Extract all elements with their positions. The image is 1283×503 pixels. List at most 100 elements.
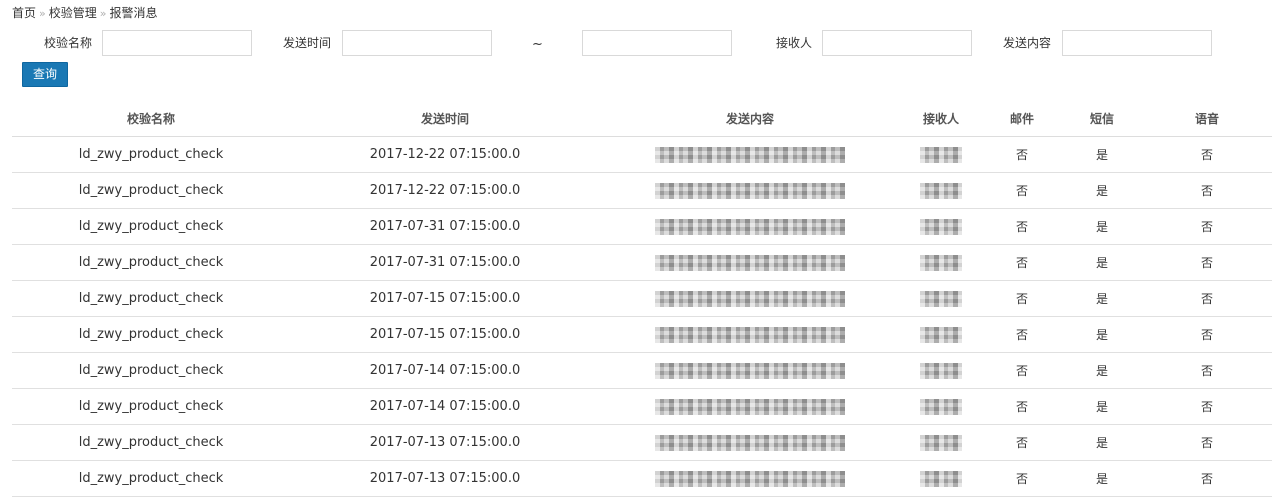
redacted-content (655, 326, 845, 343)
cell-voice: 否 (1142, 352, 1272, 389)
cell-content (600, 316, 900, 353)
redacted-content (655, 434, 845, 451)
redacted-receiver (920, 182, 962, 199)
breadcrumb-separator: » (99, 7, 107, 20)
cell-check-name: ld_zwy_product_check (12, 280, 290, 317)
content-input[interactable] (1062, 30, 1212, 56)
cell-receiver (900, 280, 982, 317)
check-name-input[interactable] (102, 30, 252, 56)
query-button[interactable]: 查询 (22, 62, 68, 87)
column-header-email: 邮件 (982, 101, 1062, 137)
send-time-label: 发送时间 (283, 36, 332, 50)
redacted-receiver (920, 470, 962, 487)
cell-email: 否 (982, 424, 1062, 461)
check-name-label: 校验名称 (44, 36, 93, 50)
cell-content (600, 172, 900, 209)
redacted-content (655, 290, 845, 307)
cell-voice: 否 (1142, 316, 1272, 353)
cell-check-name: ld_zwy_product_check (12, 352, 290, 389)
table-row: ld_zwy_product_check 2017-07-14 07:15:00… (12, 352, 1272, 389)
column-header-voice: 语音 (1142, 101, 1272, 137)
cell-check-name: ld_zwy_product_check (12, 208, 290, 245)
cell-send-time: 2017-07-13 07:15:00.0 (290, 424, 600, 461)
cell-sms: 是 (1062, 208, 1142, 245)
cell-voice: 否 (1142, 424, 1272, 461)
cell-sms: 是 (1062, 172, 1142, 209)
cell-check-name: ld_zwy_product_check (12, 316, 290, 353)
cell-sms: 是 (1062, 316, 1142, 353)
cell-sms: 是 (1062, 424, 1142, 461)
table-header-row: 校验名称 发送时间 发送内容 接收人 邮件 短信 语音 (12, 101, 1272, 137)
redacted-content (655, 182, 845, 199)
receiver-label: 接收人 (776, 36, 813, 50)
breadcrumb-section-link[interactable]: 校验管理 (49, 6, 97, 20)
cell-receiver (900, 208, 982, 245)
cell-sms: 是 (1062, 352, 1142, 389)
column-header-content: 发送内容 (600, 101, 900, 137)
cell-check-name: ld_zwy_product_check (12, 136, 290, 173)
cell-voice: 否 (1142, 244, 1272, 281)
table-row: ld_zwy_product_check 2017-12-22 07:15:00… (12, 136, 1272, 173)
breadcrumb-home-link[interactable]: 首页 (12, 6, 36, 20)
range-separator: ~ (532, 37, 543, 52)
send-time-from-input[interactable] (342, 30, 492, 56)
cell-check-name: ld_zwy_product_check (12, 244, 290, 281)
redacted-receiver (920, 362, 962, 379)
cell-content (600, 388, 900, 425)
cell-email: 否 (982, 280, 1062, 317)
search-form: 校验名称 发送时间 ~ 接收人 发送内容 (0, 30, 1283, 56)
redacted-receiver (920, 290, 962, 307)
table-row: ld_zwy_product_check 2017-07-14 07:15:00… (12, 388, 1272, 425)
cell-sms: 是 (1062, 460, 1142, 497)
table-row: ld_zwy_product_check 2017-12-22 07:15:00… (12, 172, 1272, 209)
cell-send-time: 2017-07-31 07:15:00.0 (290, 208, 600, 245)
cell-send-time: 2017-07-15 07:15:00.0 (290, 280, 600, 317)
cell-content (600, 208, 900, 245)
cell-content (600, 424, 900, 461)
cell-receiver (900, 172, 982, 209)
cell-send-time: 2017-07-13 07:15:00.0 (290, 460, 600, 497)
cell-check-name: ld_zwy_product_check (12, 460, 290, 497)
cell-content (600, 460, 900, 497)
cell-send-time: 2017-12-22 07:15:00.0 (290, 136, 600, 173)
cell-sms: 是 (1062, 280, 1142, 317)
cell-check-name: ld_zwy_product_check (12, 172, 290, 209)
cell-email: 否 (982, 352, 1062, 389)
redacted-receiver (920, 326, 962, 343)
redacted-content (655, 218, 845, 235)
redacted-content (655, 146, 845, 163)
redacted-content (655, 398, 845, 415)
cell-content (600, 136, 900, 173)
content-label: 发送内容 (1003, 36, 1052, 50)
cell-voice: 否 (1142, 172, 1272, 209)
cell-send-time: 2017-07-14 07:15:00.0 (290, 352, 600, 389)
column-header-sms: 短信 (1062, 101, 1142, 137)
cell-check-name: ld_zwy_product_check (12, 424, 290, 461)
cell-voice: 否 (1142, 388, 1272, 425)
column-header-check-name: 校验名称 (12, 101, 290, 137)
cell-receiver (900, 460, 982, 497)
cell-sms: 是 (1062, 136, 1142, 173)
cell-receiver (900, 352, 982, 389)
table-row: ld_zwy_product_check 2017-07-31 07:15:00… (12, 208, 1272, 245)
cell-email: 否 (982, 136, 1062, 173)
receiver-input[interactable] (822, 30, 972, 56)
cell-receiver (900, 388, 982, 425)
redacted-content (655, 254, 845, 271)
table-row: ld_zwy_product_check 2017-07-31 07:15:00… (12, 244, 1272, 281)
cell-receiver (900, 136, 982, 173)
cell-content (600, 352, 900, 389)
cell-email: 否 (982, 172, 1062, 209)
cell-voice: 否 (1142, 460, 1272, 497)
send-time-to-input[interactable] (582, 30, 732, 56)
cell-content (600, 280, 900, 317)
cell-email: 否 (982, 460, 1062, 497)
cell-check-name: ld_zwy_product_check (12, 388, 290, 425)
redacted-content (655, 362, 845, 379)
redacted-receiver (920, 254, 962, 271)
cell-voice: 否 (1142, 280, 1272, 317)
cell-receiver (900, 424, 982, 461)
cell-send-time: 2017-07-14 07:15:00.0 (290, 388, 600, 425)
cell-receiver (900, 244, 982, 281)
cell-receiver (900, 316, 982, 353)
